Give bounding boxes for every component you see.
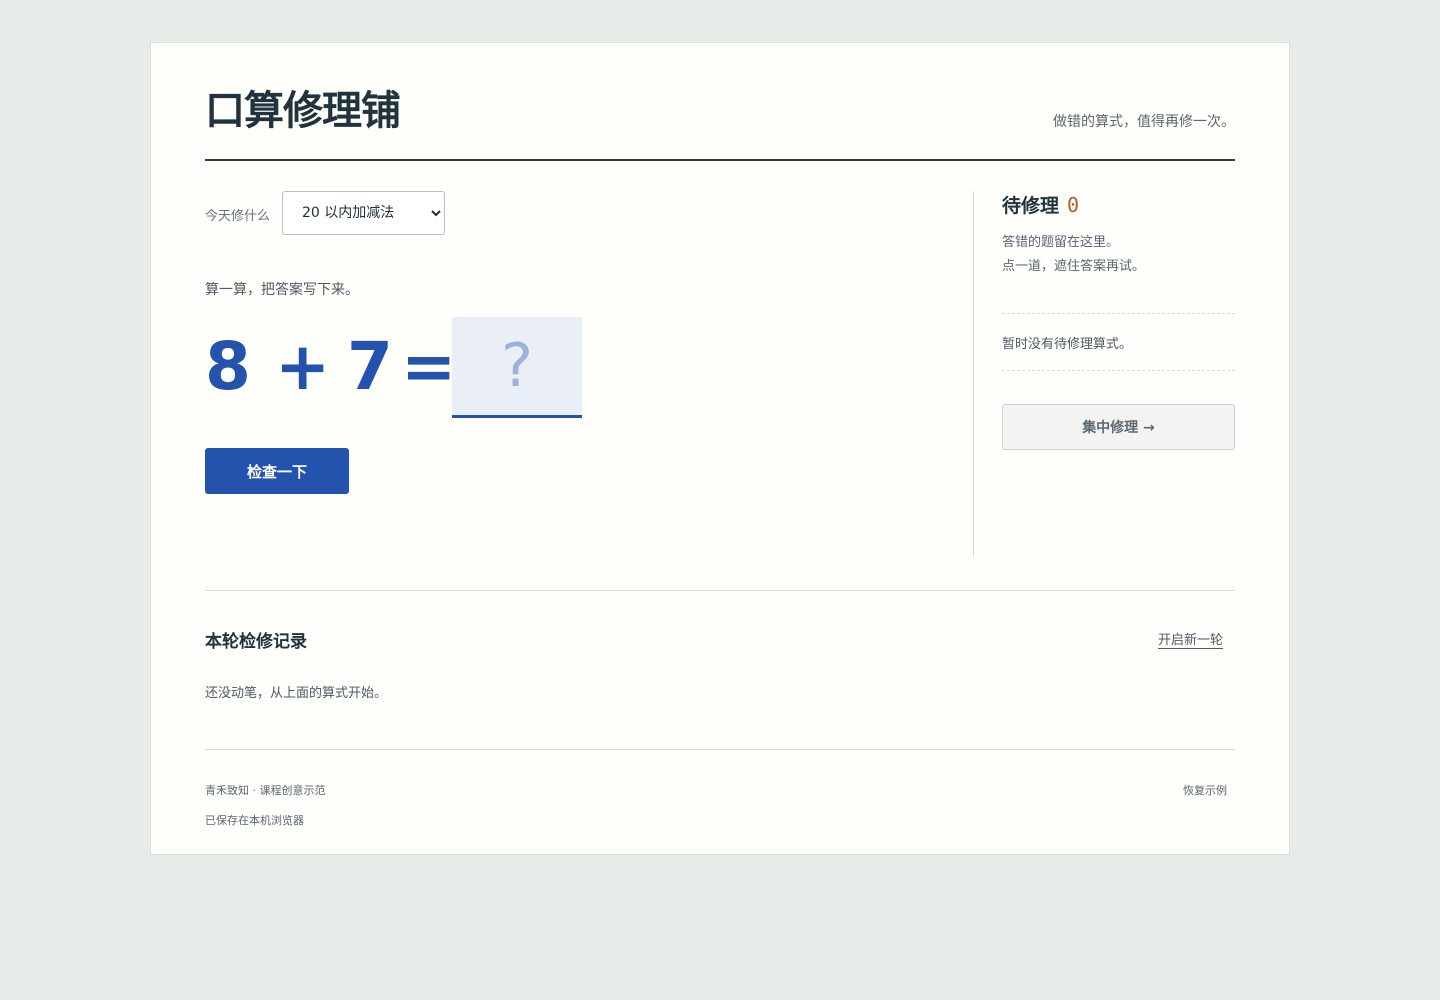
equals-sign: = [401, 328, 457, 405]
vertical-divider [973, 191, 974, 557]
footer-divider [205, 749, 1235, 750]
footer-saved-status: 已保存在本机浏览器 [205, 814, 304, 827]
practice-panel: 今天修什么 20 以内加减法 算一算，把答案写下来。 8 + 7 = 检查一下 [205, 191, 965, 557]
repair-queue-title: 待修理 0 [1002, 191, 1079, 218]
log-title: 本轮检修记录 [205, 632, 307, 652]
mode-select[interactable]: 20 以内加减法 [282, 191, 445, 235]
repair-queue-desc-line2: 点一道，遮住答案再试。 [1002, 259, 1146, 274]
page-title: 口算修理铺 [205, 88, 401, 134]
main-card: 口算修理铺 做错的算式，值得再修一次。 今天修什么 20 以内加减法 算一算，把… [150, 42, 1290, 855]
dashed-divider-top [1002, 313, 1235, 314]
check-button[interactable]: 检查一下 [205, 448, 349, 494]
repair-queue-desc-line1: 答错的题留在这里。 [1002, 235, 1120, 250]
equation: 8 + 7 = [205, 317, 705, 419]
new-round-link[interactable]: 开启新一轮 [1158, 629, 1223, 648]
repair-queue-description: 答错的题留在这里。 点一道，遮住答案再试。 [1002, 231, 1145, 279]
footer-credit: 青禾致知 · 课程创意示范 [205, 784, 326, 797]
mode-label: 今天修什么 [205, 209, 271, 224]
practice-prompt: 算一算，把答案写下来。 [205, 282, 359, 298]
repair-queue-empty-note: 暂时没有待修理算式。 [1002, 337, 1133, 352]
operand-a: 8 [205, 328, 251, 405]
answer-input[interactable] [452, 317, 582, 418]
page-header: 口算修理铺 做错的算式，值得再修一次。 [205, 83, 1235, 161]
restore-example-link[interactable]: 恢复示例 [1183, 782, 1227, 798]
operand-b: 7 [347, 328, 393, 405]
section-divider [205, 590, 1235, 591]
log-empty-message: 还没动笔，从上面的算式开始。 [205, 686, 388, 701]
batch-repair-button[interactable]: 集中修理 → [1002, 404, 1235, 450]
repair-queue-title-text: 待修理 [1002, 195, 1060, 217]
operator: + [275, 328, 331, 405]
page-tagline: 做错的算式，值得再修一次。 [1053, 114, 1235, 130]
repair-queue-count: 0 [1067, 193, 1080, 217]
dashed-divider-bottom [1002, 370, 1235, 371]
